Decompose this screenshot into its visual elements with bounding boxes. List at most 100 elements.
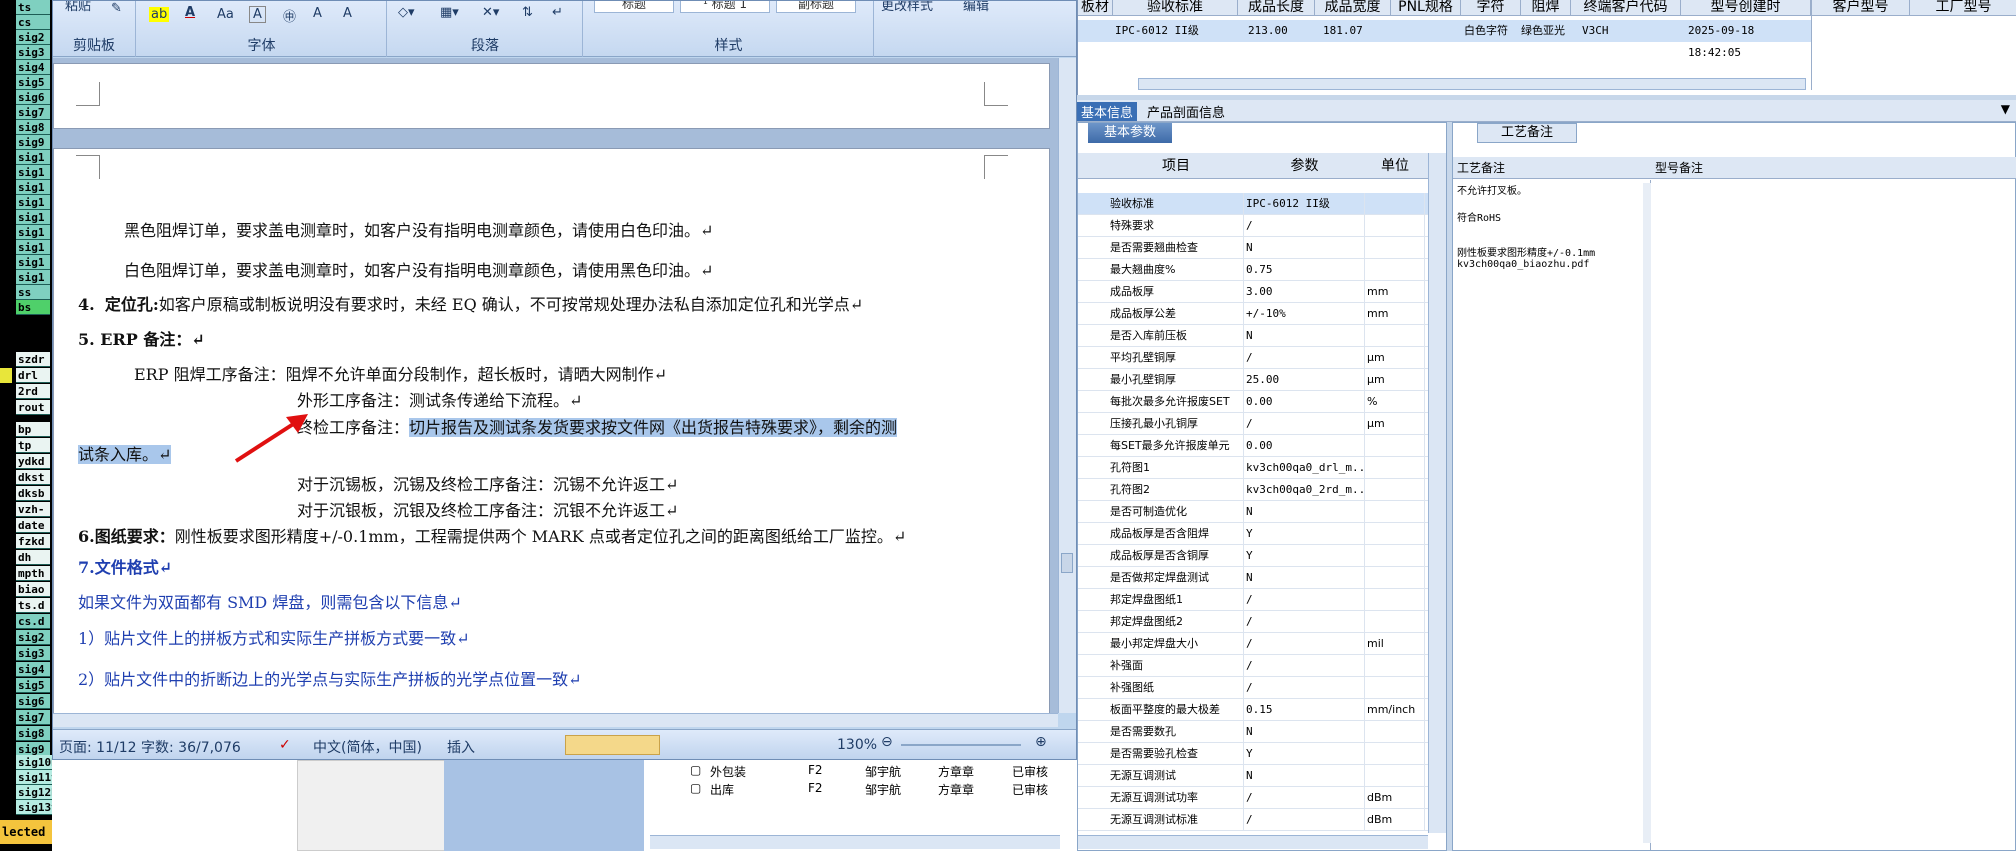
change-case-button[interactable]: Aa: [217, 7, 234, 22]
param-row[interactable]: 是否做邦定焊盘测试NY: [1078, 567, 1428, 589]
word-count[interactable]: 字数: 36/7,076: [141, 737, 241, 757]
layer-item[interactable]: dkst: [16, 470, 50, 485]
param-row[interactable]: 成品板厚3.00mmY: [1078, 281, 1428, 303]
layer-item[interactable]: szdr: [16, 352, 50, 367]
layer-item[interactable]: sig1: [16, 225, 50, 240]
format-painter-icon[interactable]: ✎: [111, 1, 122, 16]
layer-item[interactable]: sig8: [16, 726, 50, 741]
param-row[interactable]: 最小孔壁铜厚25.00μmY: [1078, 369, 1428, 391]
param-row[interactable]: 无源互调测试NY: [1078, 765, 1428, 787]
col-header[interactable]: 板材: [1078, 0, 1113, 16]
param-row[interactable]: 是否需要验孔检查YY: [1078, 743, 1428, 765]
layer-item[interactable]: sig6: [16, 90, 50, 105]
sort-icon[interactable]: ⇅: [522, 5, 533, 20]
layer-item[interactable]: sig9: [16, 135, 50, 150]
col-header[interactable]: 客户型号: [1812, 0, 1910, 16]
notes-vscroll[interactable]: [1643, 183, 1651, 843]
layer-item[interactable]: sig5: [16, 75, 50, 90]
param-row[interactable]: 是否可制造优化NY: [1078, 501, 1428, 523]
layer-item[interactable]: bp: [16, 422, 50, 437]
style-heading1[interactable]: ¹ 标题 1: [680, 1, 770, 13]
craft-notes-text[interactable]: 不允许打叉板。 符合RoHS 刚性板要求图形精度+/-0.1mm kv3ch00…: [1453, 180, 1651, 850]
col-header[interactable]: 终端客户代码: [1571, 0, 1681, 16]
style-subtitle[interactable]: 副标题: [776, 1, 856, 13]
layer-item[interactable]: sig7: [16, 105, 50, 120]
change-styles-button[interactable]: 更改样式: [881, 1, 933, 14]
selected-text[interactable]: 切片报告及测试条发货要求按文件网《出货报告特殊要求》，剩余的测: [409, 418, 898, 437]
scroll-thumb[interactable]: [1061, 553, 1073, 573]
param-row[interactable]: 成品板厚是否含铜厚YY: [1078, 545, 1428, 567]
params-vscroll[interactable]: [1428, 153, 1446, 833]
col-header[interactable]: 验收标准: [1113, 0, 1238, 16]
layer-item[interactable]: sig8: [16, 120, 50, 135]
col-header[interactable]: 工艺备注: [1457, 157, 1505, 179]
enclose-char-icon[interactable]: ㊥: [283, 6, 296, 25]
col-header[interactable]: PNL规格: [1391, 0, 1461, 16]
layer-item[interactable]: sig1: [16, 255, 50, 270]
param-row[interactable]: 是否入库前压板NY: [1078, 325, 1428, 347]
param-row[interactable]: 压接孔最小孔铜厚/μmY: [1078, 413, 1428, 435]
col-header[interactable]: 参数: [1244, 153, 1365, 179]
layer-item[interactable]: rout: [16, 400, 50, 415]
col-header[interactable]: 成品长度: [1238, 0, 1315, 16]
tab-basic-info[interactable]: 基本信息: [1077, 102, 1138, 121]
show-marks-icon[interactable]: ↵: [552, 5, 563, 20]
grow-font-button[interactable]: A: [313, 6, 322, 21]
zoom-slider[interactable]: [901, 744, 1021, 746]
table-row[interactable]: IPC-6012 II级 213.00 181.07 白色字符 绿色亚光 V3C…: [1078, 20, 1811, 59]
param-row[interactable]: 是否需要翘曲检查NY: [1078, 237, 1428, 259]
layer-item[interactable]: fzkd: [16, 534, 50, 549]
char-shading-button[interactable]: A: [249, 6, 266, 23]
layer-item[interactable]: sig1: [16, 210, 50, 225]
style-title[interactable]: 标题: [594, 1, 674, 13]
zoom-level[interactable]: 130%: [837, 737, 877, 753]
language[interactable]: 中文(简体，中国): [313, 737, 422, 757]
tree-hscroll[interactable]: [650, 835, 1060, 849]
param-row[interactable]: 邦定焊盘图纸1/Y: [1078, 589, 1428, 611]
param-row[interactable]: 是否需要数孔NY: [1078, 721, 1428, 743]
param-row[interactable]: 平均孔壁铜厚/μmY: [1078, 347, 1428, 369]
param-row[interactable]: 特殊要求/Y: [1078, 215, 1428, 237]
col-header[interactable]: 项目: [1108, 153, 1244, 179]
layer-item[interactable]: drl: [16, 368, 50, 383]
layer-item[interactable]: sig1: [16, 240, 50, 255]
param-row[interactable]: 补强面/Y: [1078, 655, 1428, 677]
paste-button[interactable]: 粘贴: [65, 1, 91, 14]
param-row[interactable]: 无源互调测试标准/dBmY: [1078, 809, 1428, 831]
layer-item[interactable]: sig2: [16, 630, 50, 645]
param-row[interactable]: 验收标准IPC-6012 II级Y: [1078, 193, 1428, 215]
col-header[interactable]: 阻焊: [1521, 0, 1571, 16]
highlight-icon[interactable]: ab: [149, 7, 170, 22]
tree-row[interactable]: ▢ 外包装 F2 邹宇航 方章章 已审核: [690, 763, 1060, 779]
col-header[interactable]: 型号备注: [1655, 157, 1703, 179]
layer-item[interactable]: sig7: [16, 710, 50, 725]
document-area[interactable]: 黑色阻焊订单，要求盖电测章时，如客户没有指明电测章颜色，请使用白色印油。↵ 白色…: [53, 58, 1058, 713]
vertical-scrollbar[interactable]: [1058, 58, 1076, 713]
param-row[interactable]: 成品板厚是否含阻焊YY: [1078, 523, 1428, 545]
layer-selector[interactable]: [0, 368, 12, 383]
layer-item[interactable]: cs: [16, 15, 50, 30]
layer-item[interactable]: bs: [16, 300, 50, 315]
layer-item[interactable]: dh: [16, 550, 50, 565]
layer-item[interactable]: sig1: [16, 165, 50, 180]
layer-item[interactable]: tp: [16, 438, 50, 453]
tab-basic-params[interactable]: 基本参数: [1088, 123, 1172, 143]
layer-item[interactable]: date: [16, 518, 50, 533]
shading-icon[interactable]: ◇▾: [398, 5, 415, 20]
layer-item[interactable]: ts: [16, 0, 50, 15]
layer-item[interactable]: biao: [16, 582, 50, 597]
col-header[interactable]: 工厂型号: [1910, 0, 2016, 16]
param-row[interactable]: 最小邦定焊盘大小/milY: [1078, 633, 1428, 655]
param-row[interactable]: 最大翘曲度%0.75Y: [1078, 259, 1428, 281]
layer-item[interactable]: dksb: [16, 486, 50, 501]
layer-item[interactable]: sig3: [16, 45, 50, 60]
font-color-icon[interactable]: A: [185, 5, 195, 20]
edit-button[interactable]: 编辑: [963, 1, 989, 14]
tab-profile-info[interactable]: 产品剖面信息: [1147, 102, 1225, 121]
layer-item[interactable]: sig1: [16, 270, 50, 285]
layer-item[interactable]: sig3: [16, 646, 50, 661]
layer-item[interactable]: ss: [16, 285, 50, 300]
asian-layout-icon[interactable]: ✕▾: [482, 5, 499, 20]
spellcheck-icon[interactable]: ✓: [279, 737, 291, 753]
col-header[interactable]: 型号创建时: [1681, 0, 1811, 16]
